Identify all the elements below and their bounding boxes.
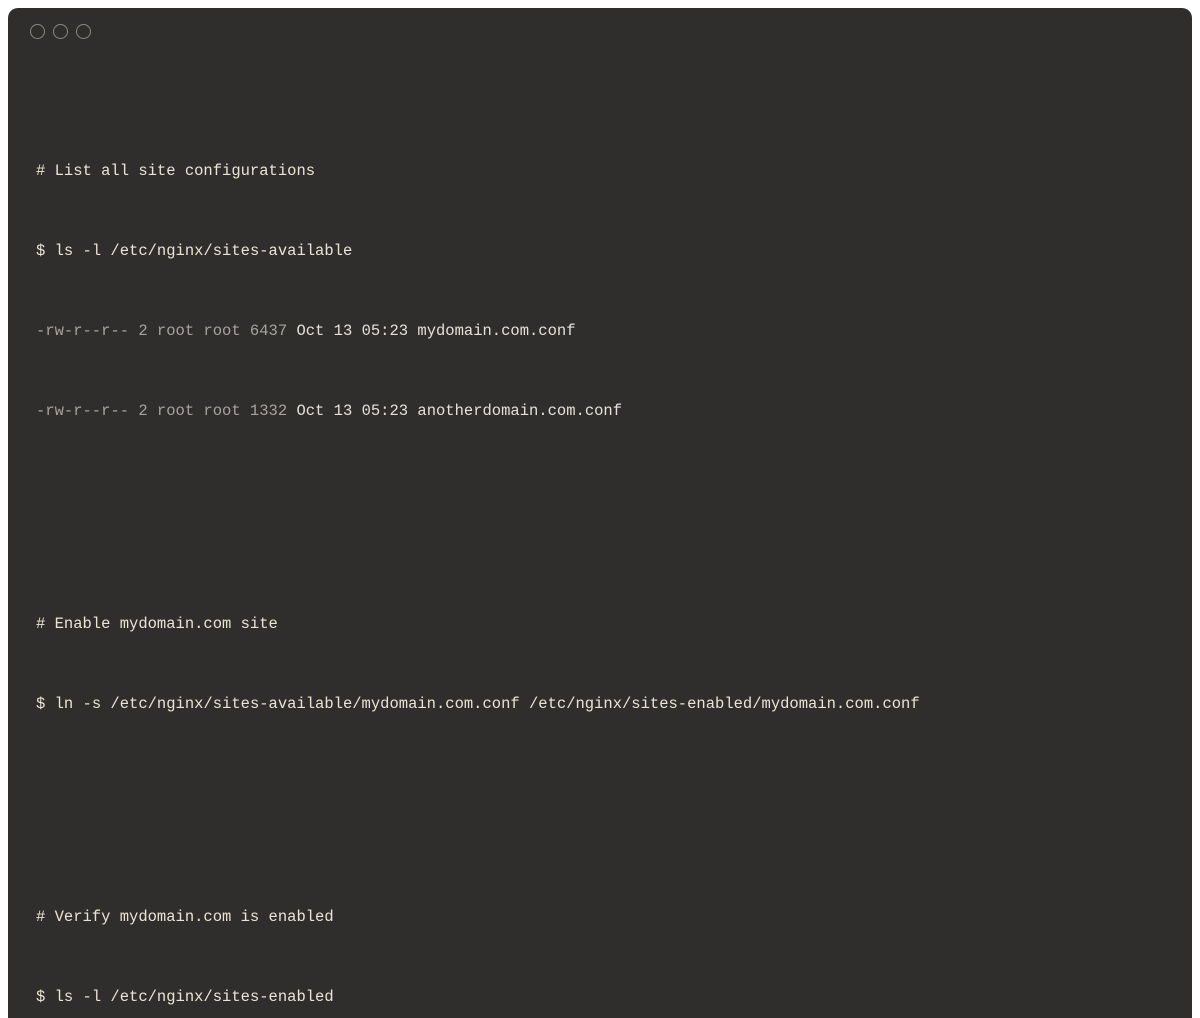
window-close-icon[interactable] — [30, 24, 45, 39]
window-titlebar — [8, 8, 1192, 45]
file-perms: -rw-r--r-- 2 root root 6437 — [36, 322, 287, 340]
file-date: Oct 13 05:23 — [287, 322, 417, 340]
prompt-symbol: $ — [36, 695, 55, 713]
terminal-content[interactable]: # List all site configurations $ ls -l /… — [8, 45, 1192, 1018]
terminal-comment: # Verify mydomain.com is enabled — [36, 904, 1164, 931]
file-name: mydomain.com.conf — [417, 322, 575, 340]
blank-line — [36, 478, 1164, 505]
terminal-command-line: $ ls -l /etc/nginx/sites-enabled — [36, 984, 1164, 1011]
terminal-output-line: -rw-r--r-- 2 root root 1332 Oct 13 05:23… — [36, 398, 1164, 425]
terminal-command: ls -l /etc/nginx/sites-available — [55, 242, 353, 260]
terminal-command-line: $ ls -l /etc/nginx/sites-available — [36, 238, 1164, 265]
window-minimize-icon[interactable] — [53, 24, 68, 39]
terminal-output-line: -rw-r--r-- 2 root root 6437 Oct 13 05:23… — [36, 318, 1164, 345]
blank-line — [36, 771, 1164, 798]
terminal-command: ls -l /etc/nginx/sites-enabled — [55, 988, 334, 1006]
file-perms: -rw-r--r-- 2 root root 1332 — [36, 402, 287, 420]
terminal-command: ln -s /etc/nginx/sites-available/mydomai… — [55, 695, 920, 713]
file-date: Oct 13 05:23 — [287, 402, 417, 420]
terminal-comment: # Enable mydomain.com site — [36, 611, 1164, 638]
prompt-symbol: $ — [36, 988, 55, 1006]
terminal-window: # List all site configurations $ ls -l /… — [8, 8, 1192, 1018]
terminal-comment: # List all site configurations — [36, 158, 1164, 185]
terminal-command-line: $ ln -s /etc/nginx/sites-available/mydom… — [36, 691, 1164, 718]
window-maximize-icon[interactable] — [76, 24, 91, 39]
file-name: anotherdomain.com.conf — [417, 402, 622, 420]
prompt-symbol: $ — [36, 242, 55, 260]
